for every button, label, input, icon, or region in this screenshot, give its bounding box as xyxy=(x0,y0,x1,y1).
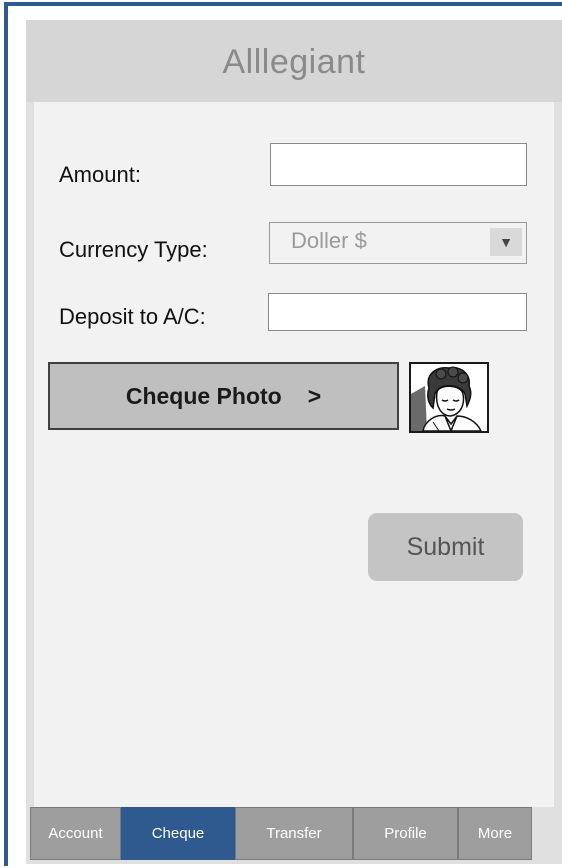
tab-more[interactable]: More xyxy=(458,807,532,860)
app-title: Alllegiant xyxy=(222,42,366,81)
person-photo-icon xyxy=(411,364,487,431)
deposit-account-input[interactable] xyxy=(268,293,527,331)
amount-label: Amount: xyxy=(59,162,141,187)
triangle-down-icon[interactable]: ▼ xyxy=(490,228,522,256)
tab-account[interactable]: Account xyxy=(30,807,121,860)
tab-transfer[interactable]: Transfer xyxy=(235,807,353,860)
chevron-right-icon: > xyxy=(307,382,322,409)
currency-type-select[interactable]: Doller $ ▼ xyxy=(269,222,527,264)
app-header: Alllegiant xyxy=(26,20,562,102)
tab-cheque[interactable]: Cheque xyxy=(121,807,235,860)
submit-button[interactable]: Submit xyxy=(368,513,523,581)
amount-input[interactable] xyxy=(270,143,527,186)
cheque-photo-thumbnail[interactable] xyxy=(409,362,489,433)
deposit-account-label: Deposit to A/C: xyxy=(59,304,206,329)
deposit-form xyxy=(34,102,554,807)
currency-type-label: Currency Type: xyxy=(59,237,208,262)
bottom-tab-bar: Account Cheque Transfer Profile More xyxy=(30,807,532,860)
currency-type-value: Doller $ xyxy=(291,228,367,253)
cheque-photo-button[interactable]: Cheque Photo > xyxy=(48,362,399,430)
tab-profile[interactable]: Profile xyxy=(353,807,458,860)
cheque-photo-label: Cheque Photo xyxy=(125,382,282,409)
